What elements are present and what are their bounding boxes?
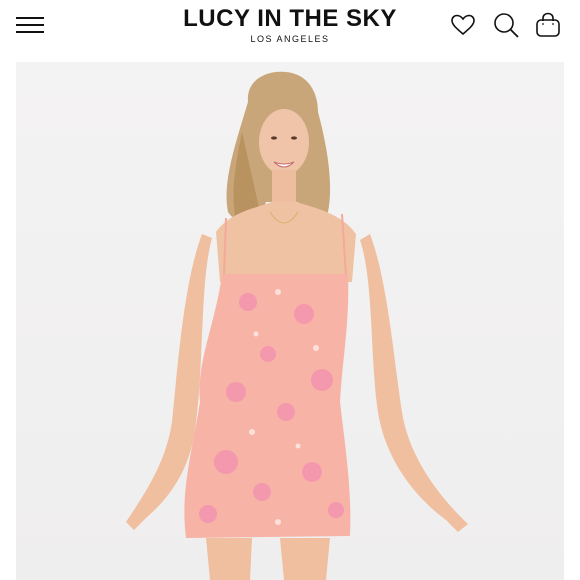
product-image[interactable] [16,62,564,580]
site-header: LUCY IN THE SKY LOS ANGELES [0,0,580,56]
wishlist-button[interactable] [448,10,478,40]
bag-button[interactable] [533,10,563,40]
search-icon [494,13,519,38]
heart-icon [451,14,475,36]
search-button[interactable] [491,10,521,40]
model-in-pink-dress-illustration [126,71,468,580]
bag-icon [536,12,560,37]
